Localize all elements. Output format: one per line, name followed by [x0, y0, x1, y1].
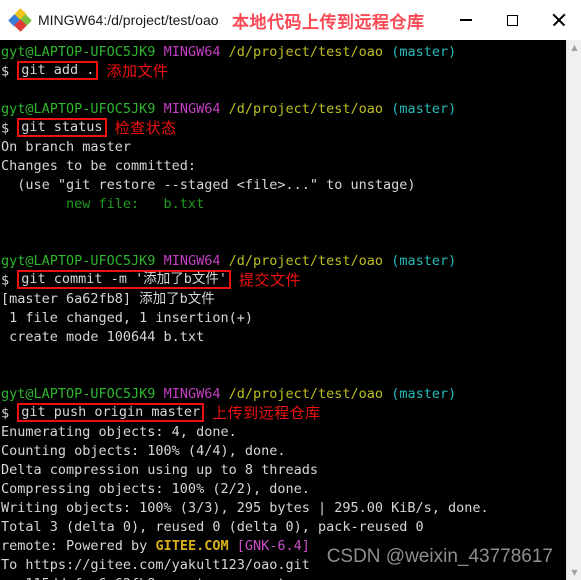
- prompt-path: /d/project/test/oao: [228, 253, 384, 269]
- prompt-path: /d/project/test/oao: [228, 44, 384, 60]
- output-commit-summary: [master 6a62fb8] 添加了b文件: [1, 291, 215, 307]
- command-line-push: $ git push origin master 上传到远程仓库: [1, 403, 566, 423]
- output-counting: Counting objects: 100% (4/4), done.: [1, 443, 286, 459]
- prompt-sigil: $: [1, 120, 10, 137]
- prompt-line: gyt@LAPTOP-UFOC5JK9 MINGW64 /d/project/t…: [1, 385, 566, 404]
- window-controls: [443, 0, 581, 40]
- mingw-diamonds-icon: [8, 8, 32, 32]
- prompt-sigil: $: [1, 63, 10, 80]
- close-button[interactable]: [535, 0, 581, 40]
- output-delta: Delta compression using up to 8 threads: [1, 462, 318, 478]
- annotation-status: 检查状态: [114, 120, 177, 137]
- command-git-add: git add .: [17, 61, 99, 80]
- chevron-down-icon[interactable]: ▼: [567, 565, 581, 580]
- output-writing: Writing objects: 100% (3/3), 295 bytes |…: [1, 500, 489, 516]
- output-hint-line: (use "git restore --staged <file>..." to…: [1, 177, 416, 193]
- remote-brand: GITEE.COM: [155, 538, 229, 554]
- prompt-shell: MINGW64: [163, 44, 221, 60]
- command-line-commit: $ git commit -m '添加了b文件' 提交文件: [1, 270, 566, 290]
- maximize-icon: [506, 14, 518, 26]
- command-git-push: git push origin master: [17, 403, 205, 422]
- prompt-sigil: $: [1, 272, 10, 289]
- prompt-path: /d/project/test/oao: [228, 386, 384, 402]
- output-branch-line: On branch master: [1, 139, 132, 155]
- prompt-branch: (master): [391, 44, 457, 60]
- csdn-watermark: CSDN @weixin_43778617: [326, 546, 553, 567]
- prompt-shell: MINGW64: [163, 253, 221, 269]
- remote-prefix: remote: Powered by: [1, 538, 156, 554]
- prompt-path: /d/project/test/oao: [228, 101, 384, 117]
- prompt-branch: (master): [391, 101, 457, 117]
- annotation-add: 添加文件: [106, 63, 169, 80]
- prompt-shell: MINGW64: [163, 386, 221, 402]
- remote-tag: [GNK-6.4]: [228, 538, 310, 554]
- prompt-sigil: $: [1, 405, 10, 422]
- command-line-status: $ git status 检查状态: [1, 118, 566, 138]
- prompt-user-host: gyt@LAPTOP-UFOC5JK9: [1, 44, 156, 60]
- terminal-output[interactable]: gyt@LAPTOP-UFOC5JK9 MINGW64 /d/project/t…: [0, 40, 566, 580]
- title-bar: MINGW64:/d/project/test/oao 本地代码上传到远程仓库: [0, 0, 581, 40]
- prompt-user-host: gyt@LAPTOP-UFOC5JK9: [1, 101, 156, 117]
- maximize-button[interactable]: [489, 0, 535, 40]
- output-ref-line: 115ddcf..6a62fb8 master -> master: [1, 575, 566, 580]
- annotation-push: 上传到远程仓库: [212, 405, 321, 422]
- command-git-status: git status: [17, 118, 107, 137]
- window-title: MINGW64:/d/project/test/oao: [38, 12, 219, 28]
- output-commit-stats: 1 file changed, 1 insertion(+): [1, 310, 253, 326]
- close-icon: [551, 13, 565, 27]
- output-total: Total 3 (delta 0), reused 0 (delta 0), p…: [1, 519, 424, 535]
- prompt-user-host: gyt@LAPTOP-UFOC5JK9: [1, 253, 156, 269]
- output-changes-line: Changes to be committed:: [1, 158, 197, 174]
- command-line-add: $ git add . 添加文件: [1, 61, 566, 81]
- output-compressing: Compressing objects: 100% (2/2), done.: [1, 481, 310, 497]
- mingw64-terminal-window: MINGW64:/d/project/test/oao 本地代码上传到远程仓库 …: [0, 0, 581, 580]
- prompt-line: gyt@LAPTOP-UFOC5JK9 MINGW64 /d/project/t…: [1, 43, 566, 62]
- prompt-line: gyt@LAPTOP-UFOC5JK9 MINGW64 /d/project/t…: [1, 252, 566, 271]
- minimize-icon: [460, 19, 472, 21]
- prompt-branch: (master): [391, 253, 457, 269]
- minimize-button[interactable]: [443, 0, 489, 40]
- prompt-user-host: gyt@LAPTOP-UFOC5JK9: [1, 386, 156, 402]
- output-commit-mode: create mode 100644 b.txt: [1, 329, 205, 345]
- command-git-commit: git commit -m '添加了b文件': [17, 270, 231, 289]
- prompt-line: gyt@LAPTOP-UFOC5JK9 MINGW64 /d/project/t…: [1, 100, 566, 119]
- vertical-scrollbar[interactable]: ▲ ▼: [566, 40, 581, 580]
- chevron-up-icon[interactable]: ▲: [567, 40, 581, 55]
- annotation-commit: 提交文件: [238, 272, 301, 289]
- prompt-branch: (master): [391, 386, 457, 402]
- output-new-file-line: new file: b.txt: [1, 196, 205, 212]
- output-enumerating: Enumerating objects: 4, done.: [1, 424, 237, 440]
- title-annotation: 本地代码上传到远程仓库: [232, 13, 425, 32]
- prompt-shell: MINGW64: [163, 101, 221, 117]
